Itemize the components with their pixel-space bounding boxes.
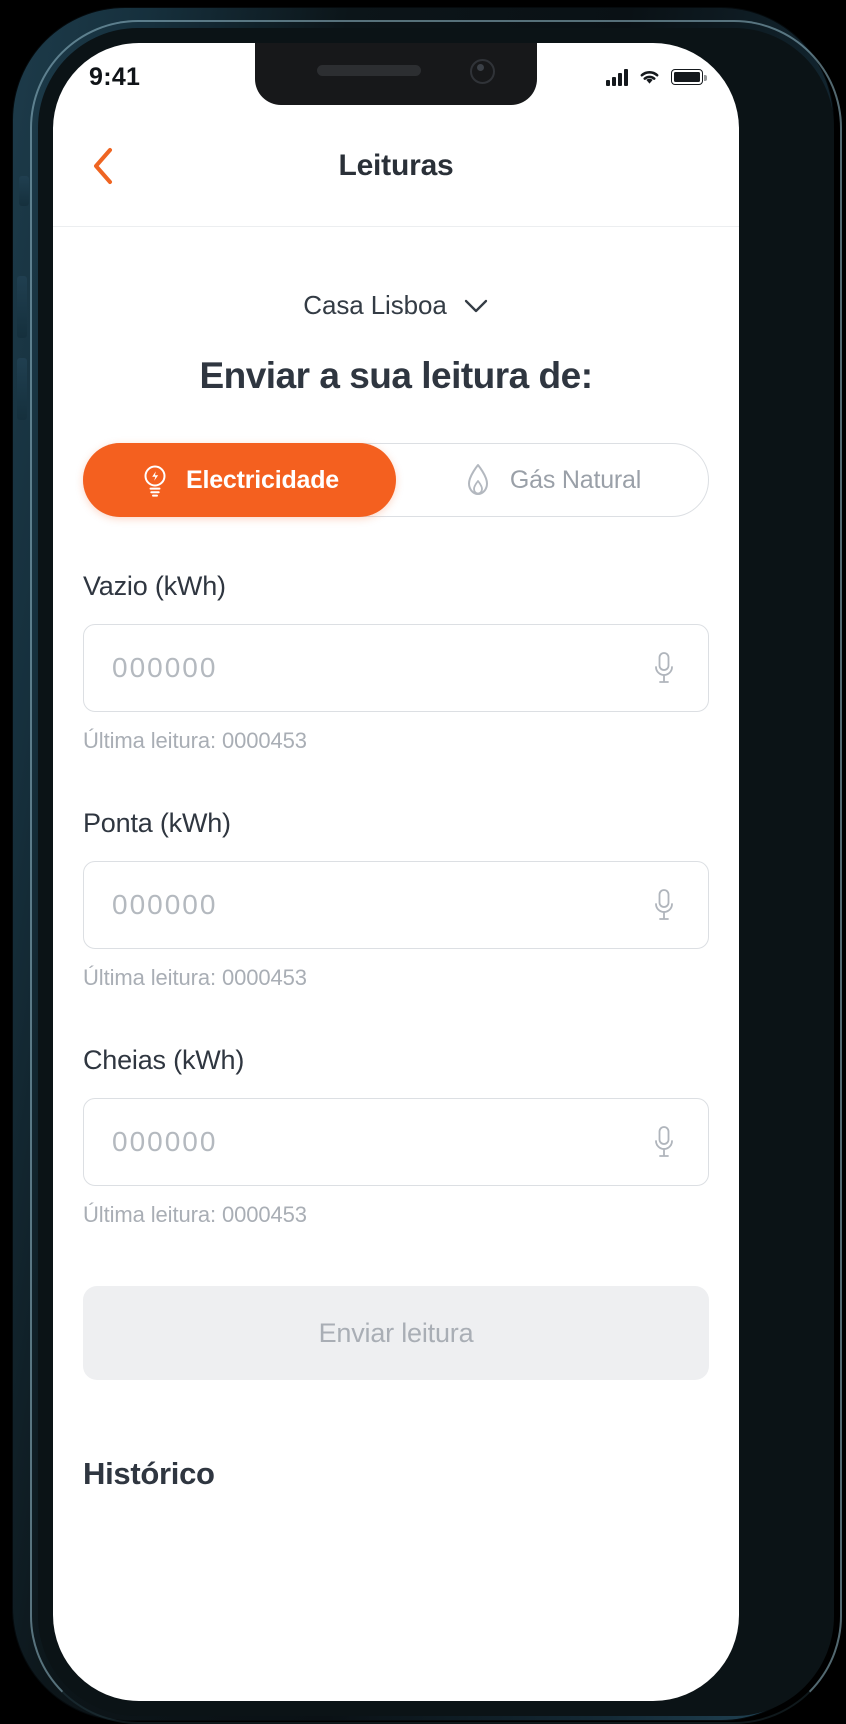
history-section-heading: Histórico: [83, 1456, 215, 1491]
reading-input-cheias[interactable]: [112, 1126, 644, 1158]
reading-field-vazio-label: Vazio (kWh): [83, 571, 226, 601]
submit-reading-button[interactable]: Enviar leitura: [83, 1286, 709, 1380]
earpiece-speaker: [317, 65, 421, 76]
microphone-icon: [655, 889, 673, 920]
microphone-button-vazio[interactable]: [644, 644, 684, 692]
wifi-icon: [640, 71, 659, 84]
microphone-icon: [655, 1126, 673, 1157]
phone-screen: 9:41 Leituras Casa Lisboa Enviar a sua l…: [53, 43, 739, 1701]
toggle-option-gas-label: Gás Natural: [509, 465, 642, 494]
status-icons: [606, 68, 707, 86]
reading-field-vazio: Vazio (kWh) Última leitura: 0000453: [83, 571, 709, 754]
reading-field-cheias-hint: Última leitura: 0000453: [83, 1202, 307, 1227]
silent-switch-button[interactable]: [19, 176, 29, 206]
chevron-left-icon: [94, 147, 112, 184]
front-camera-icon: [470, 59, 495, 84]
reading-input-vazio[interactable]: [112, 652, 644, 684]
house-name: Casa Lisboa: [303, 290, 447, 320]
section-heading: Enviar a sua leitura de:: [199, 355, 593, 396]
notch: [255, 43, 537, 105]
reading-field-cheias-label: Cheias (kWh): [83, 1045, 245, 1075]
reading-field-cheias-input-wrap[interactable]: [83, 1098, 709, 1186]
back-button[interactable]: [75, 138, 131, 194]
lightbulb-icon: [144, 465, 166, 497]
reading-field-cheias: Cheias (kWh) Última leitura: 0000453: [83, 1045, 709, 1228]
reading-field-ponta-input-wrap[interactable]: [83, 861, 709, 949]
toggle-option-gas[interactable]: Gás Natural: [395, 444, 708, 516]
microphone-button-cheias[interactable]: [644, 1118, 684, 1166]
cellular-signal-icon: [606, 68, 628, 86]
volume-up-button[interactable]: [17, 276, 27, 338]
reading-input-ponta[interactable]: [112, 889, 644, 921]
toggle-option-electricity-label: Electricidade: [185, 465, 340, 494]
page-title: Leituras: [338, 148, 454, 182]
reading-field-vazio-input-wrap[interactable]: [83, 624, 709, 712]
nav-bar: Leituras: [53, 105, 739, 227]
main-content: Casa Lisboa Enviar a sua leitura de: Ele…: [53, 228, 739, 1701]
microphone-icon: [655, 652, 673, 683]
energy-type-toggle: Electricidade Gás Natural: [83, 443, 709, 517]
reading-field-ponta-label: Ponta (kWh): [83, 808, 231, 838]
reading-field-vazio-hint: Última leitura: 0000453: [83, 728, 307, 753]
reading-field-ponta-hint: Última leitura: 0000453: [83, 965, 307, 990]
status-time: 9:41: [89, 62, 141, 91]
toggle-option-electricity[interactable]: Electricidade: [83, 443, 396, 517]
phone-frame: 9:41 Leituras Casa Lisboa Enviar a sua l…: [13, 8, 842, 1724]
battery-icon: [671, 69, 707, 85]
microphone-button-ponta[interactable]: [644, 881, 684, 929]
house-selector[interactable]: Casa Lisboa: [83, 290, 709, 321]
reading-field-ponta: Ponta (kWh) Última leitura: 0000453: [83, 808, 709, 991]
chevron-down-icon: [464, 299, 487, 312]
flame-icon: [467, 464, 488, 495]
volume-down-button[interactable]: [17, 358, 27, 420]
